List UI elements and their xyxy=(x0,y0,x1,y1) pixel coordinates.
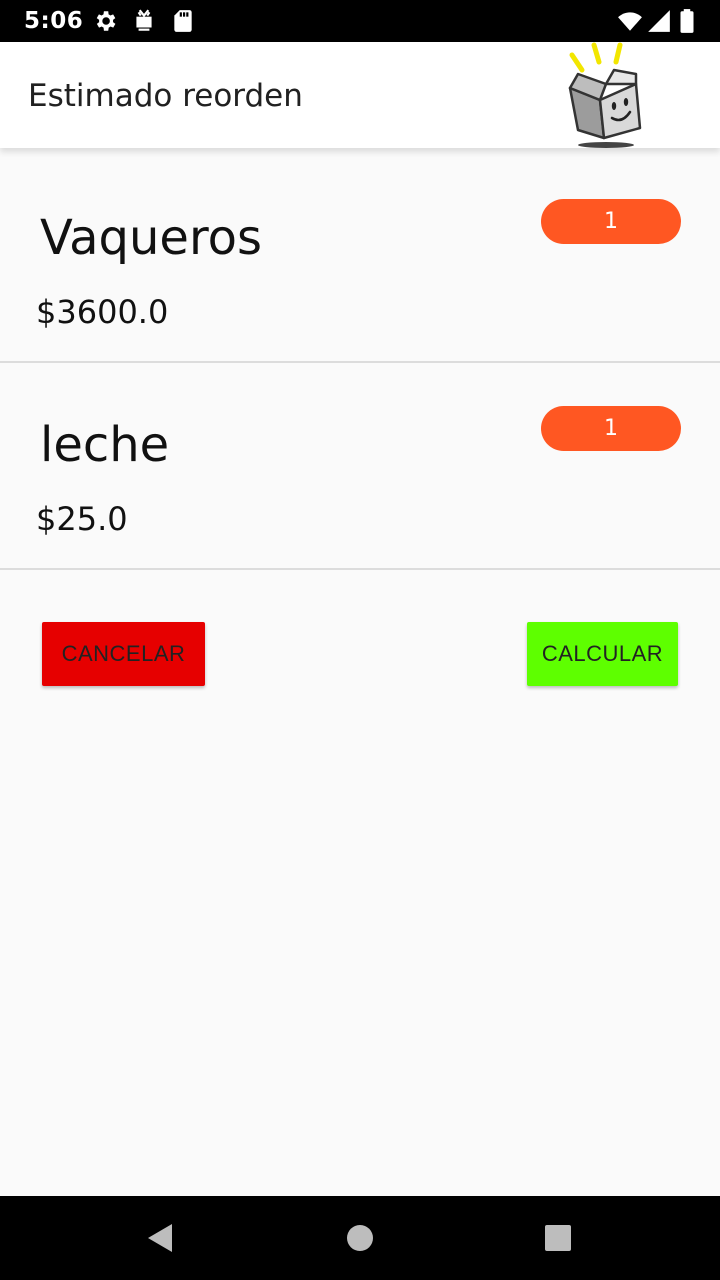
happy-box-logo-icon xyxy=(568,42,642,148)
navigation-bar xyxy=(0,1196,720,1280)
item-name: leche xyxy=(40,417,170,473)
item-price: $25.0 xyxy=(36,500,128,538)
status-bar: 5:06 xyxy=(0,0,720,42)
cell-signal-icon xyxy=(648,10,670,32)
battery-icon xyxy=(680,9,694,33)
list-item[interactable]: Vaqueros $3600.0 1 xyxy=(0,156,720,363)
wifi-icon xyxy=(618,12,642,31)
sd-card-icon xyxy=(174,10,192,32)
quantity-badge[interactable]: 1 xyxy=(541,406,681,451)
item-name: Vaqueros xyxy=(40,210,262,266)
home-icon[interactable] xyxy=(340,1218,380,1258)
tv-notification-icon xyxy=(136,9,152,31)
list-item[interactable]: leche $25.0 1 xyxy=(0,363,720,570)
quantity-badge[interactable]: 1 xyxy=(541,199,681,244)
item-price: $3600.0 xyxy=(36,293,169,331)
reorder-list: Vaqueros $3600.0 1 leche $25.0 1 xyxy=(0,156,720,570)
app-bar: Estimado reorden xyxy=(0,42,720,148)
calculate-button[interactable]: CALCULAR xyxy=(527,622,678,686)
status-time: 5:06 xyxy=(24,8,84,34)
page-title: Estimado reorden xyxy=(28,78,303,114)
cancel-button[interactable]: CANCELAR xyxy=(42,622,205,686)
screen: 5:06 Estimado reorden Vaqueros $3600.0 1… xyxy=(0,0,720,1280)
back-icon[interactable] xyxy=(140,1218,180,1258)
recents-icon[interactable] xyxy=(538,1218,578,1258)
gear-icon xyxy=(96,11,116,31)
